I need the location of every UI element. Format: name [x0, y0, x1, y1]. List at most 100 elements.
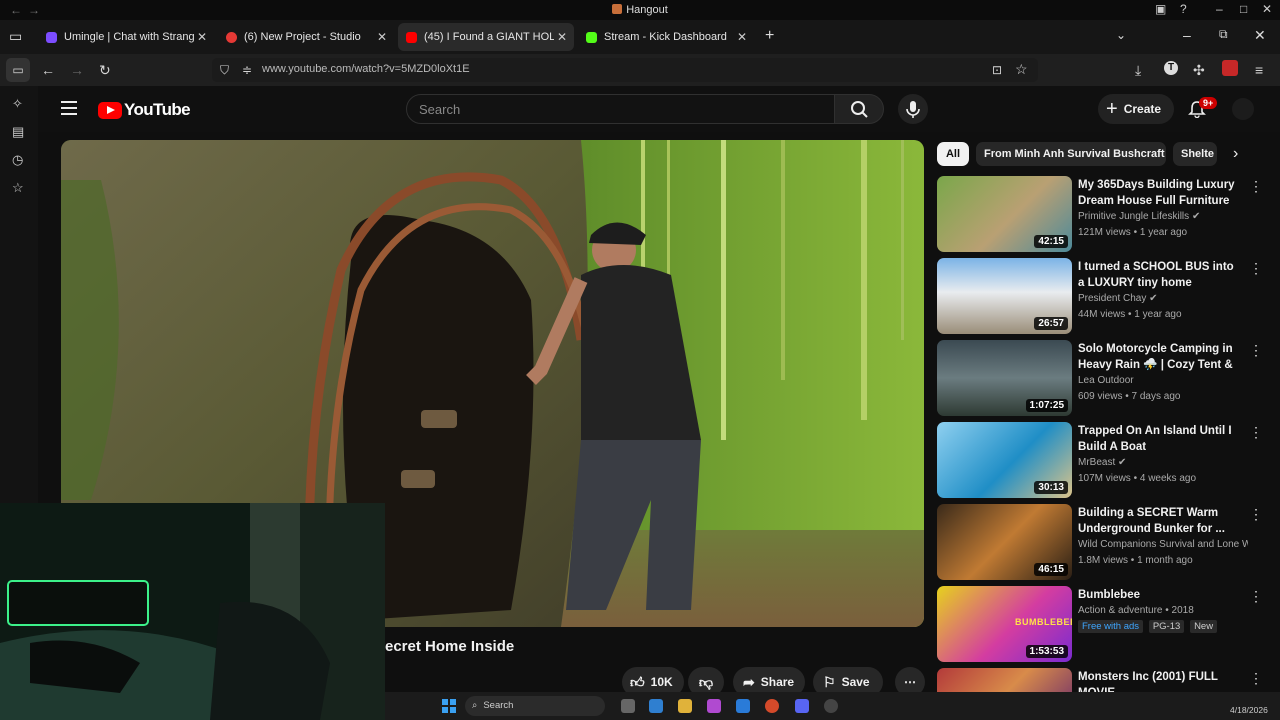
video-thumbnail[interactable]: BUMBLEBEE 1:53:53: [937, 586, 1072, 662]
thumbnail-title-text: BUMBLEBEE: [1015, 617, 1072, 627]
install-app-icon[interactable]: ⊡: [992, 62, 1002, 78]
tab-studio[interactable]: (6) New Project - Studio ✕: [218, 23, 394, 51]
recommendation-channel[interactable]: Lea Outdoor: [1078, 375, 1248, 386]
tab-close-icon[interactable]: ✕: [734, 30, 750, 44]
hamburger-menu-icon[interactable]: [61, 101, 77, 115]
search-input[interactable]: Search: [406, 94, 835, 124]
more-options-icon[interactable]: ⋮: [1249, 588, 1263, 605]
address-bar[interactable]: ⛉ ≑ www.youtube.com/watch?v=5MZD0loXt1E …: [212, 58, 1038, 82]
tab-close-icon[interactable]: ✕: [374, 30, 390, 44]
recommendation-meta: 1.8M views • 1 month ago: [1078, 555, 1193, 566]
recommendation-title[interactable]: Solo Motorcycle Camping in Heavy Rain ⛈️…: [1078, 341, 1243, 373]
recommendation-genre: Action & adventure • 2018: [1078, 605, 1194, 616]
more-options-icon[interactable]: ⋮: [1249, 342, 1263, 359]
reload-icon[interactable]: ↻: [99, 62, 111, 78]
duration-badge: 26:57: [1034, 317, 1068, 330]
youtube-logo[interactable]: YouTube: [98, 100, 191, 120]
avatar[interactable]: [1232, 98, 1254, 120]
create-button[interactable]: + Create: [1098, 94, 1174, 124]
minimize-icon[interactable]: –: [1183, 27, 1191, 43]
video-thumbnail[interactable]: 30:13: [937, 422, 1072, 498]
browser-sidebar: ✧ ▤ ◷ ☆: [0, 86, 38, 506]
sidebar-toggle-icon[interactable]: ▭: [6, 58, 30, 82]
close-icon[interactable]: ✕: [1262, 2, 1272, 16]
voice-search-button[interactable]: [898, 94, 928, 124]
maximize-icon[interactable]: □: [1240, 2, 1247, 16]
tab-kick[interactable]: Stream - Kick Dashboard ✕: [578, 23, 754, 51]
tab-close-icon[interactable]: ✕: [194, 30, 210, 44]
url-text[interactable]: www.youtube.com/watch?v=5MZD0loXt1E: [262, 63, 470, 75]
history-icon[interactable]: ◷: [12, 152, 23, 168]
screenshot-icon[interactable]: ▣: [1155, 2, 1166, 16]
recommendation-item[interactable]: 1:07:25 Solo Motorcycle Camping in Heavy…: [937, 340, 1267, 416]
recommendation-title[interactable]: My 365Days Building Luxury Dream House F…: [1078, 177, 1243, 209]
window-title: Hangout: [0, 4, 1280, 16]
duration-badge: 46:15: [1034, 563, 1068, 576]
video-thumbnail[interactable]: 26:57: [937, 258, 1072, 334]
recommendation-channel[interactable]: President Chay ✔: [1078, 293, 1248, 304]
chip-channel[interactable]: From Minh Anh Survival Bushcraft: [976, 142, 1166, 166]
help-icon[interactable]: ?: [1180, 2, 1187, 16]
forward-icon[interactable]: →: [70, 62, 84, 78]
file-explorer-icon[interactable]: [678, 699, 692, 713]
youtube-favicon-icon: [406, 31, 417, 43]
edge-browser-icon[interactable]: [649, 699, 663, 713]
recommendation-item[interactable]: BUMBLEBEE 1:53:53 Bumblebee Action & adv…: [937, 586, 1267, 662]
chip-shelter[interactable]: Shelte: [1173, 142, 1217, 166]
extension-icon[interactable]: T: [1164, 61, 1178, 75]
recommendation-title[interactable]: Bumblebee: [1078, 587, 1243, 603]
collections-icon[interactable]: ▤: [12, 124, 24, 140]
new-tab-icon[interactable]: +: [765, 27, 774, 45]
task-view-icon[interactable]: [621, 699, 635, 713]
sparkle-icon[interactable]: ✧: [12, 96, 23, 112]
site-settings-icon[interactable]: ≑: [242, 62, 252, 78]
extensions-puzzle-icon[interactable]: ✣: [1193, 62, 1205, 78]
menu-icon[interactable]: ≡: [1255, 62, 1263, 78]
recommendation-item[interactable]: 46:15 Building a SECRET Warm Underground…: [937, 504, 1267, 580]
browser-icon[interactable]: [765, 699, 779, 713]
mail-icon[interactable]: [736, 699, 750, 713]
recommendation-item[interactable]: 42:15 My 365Days Building Luxury Dream H…: [937, 176, 1267, 252]
more-options-icon[interactable]: ⋮: [1249, 260, 1263, 277]
back-icon[interactable]: ←: [41, 62, 55, 78]
minimize-icon[interactable]: –: [1216, 2, 1223, 16]
favorites-star-icon[interactable]: ☆: [12, 180, 24, 196]
recommendation-title[interactable]: Trapped On An Island Until I Build A Boa…: [1078, 423, 1243, 455]
recommendation-title[interactable]: Building a SECRET Warm Underground Bunke…: [1078, 505, 1243, 537]
umingle-favicon-icon: [46, 31, 57, 43]
chips-next-chevron-icon[interactable]: ›: [1233, 145, 1238, 163]
discord-icon[interactable]: [795, 699, 809, 713]
taskbar-search[interactable]: ⌕ Search: [465, 696, 605, 716]
tab-youtube[interactable]: (45) I Found a GIANT HOLLOW ✕: [398, 23, 574, 51]
more-options-icon[interactable]: ⋮: [1249, 506, 1263, 523]
more-options-icon[interactable]: ⋮: [1249, 424, 1263, 441]
recommendation-title[interactable]: I turned a SCHOOL BUS into a LUXURY tiny…: [1078, 259, 1243, 291]
tab-list-chevron-icon[interactable]: ⌄: [1116, 28, 1126, 42]
video-thumbnail[interactable]: 42:15: [937, 176, 1072, 252]
more-options-icon[interactable]: ⋮: [1249, 178, 1263, 195]
recommendation-channel[interactable]: MrBeast ✔: [1078, 457, 1248, 468]
recommendation-item[interactable]: 30:13 Trapped On An Island Until I Build…: [937, 422, 1267, 498]
chip-all[interactable]: All: [937, 142, 969, 166]
close-icon[interactable]: ✕: [1254, 27, 1266, 44]
microphone-icon: [906, 101, 920, 118]
tab-umingle[interactable]: Umingle | Chat with Strangers In ✕: [38, 23, 214, 51]
more-options-icon[interactable]: ⋮: [1249, 670, 1263, 687]
recommendation-channel[interactable]: Wild Companions Survival and Lone Wo...: [1078, 539, 1248, 550]
search-button[interactable]: [834, 94, 884, 124]
video-thumbnail[interactable]: 1:07:25: [937, 340, 1072, 416]
windows-start-icon[interactable]: [442, 699, 456, 713]
restore-icon[interactable]: ⧉: [1219, 27, 1228, 42]
tab-actions-icon[interactable]: ▭: [9, 28, 22, 45]
duration-badge: 30:13: [1034, 481, 1068, 494]
app-icon[interactable]: [707, 699, 721, 713]
profile-icon[interactable]: [1222, 60, 1238, 76]
recommendation-item[interactable]: 26:57 I turned a SCHOOL BUS into a LUXUR…: [937, 258, 1267, 334]
recommendation-channel[interactable]: Primitive Jungle Lifeskills ✔: [1078, 211, 1248, 222]
app-icon[interactable]: [824, 699, 838, 713]
shield-icon[interactable]: ⛉: [220, 62, 229, 78]
video-thumbnail[interactable]: 46:15: [937, 504, 1072, 580]
download-icon[interactable]: ⤓: [1135, 62, 1141, 78]
bookmark-star-icon[interactable]: ☆: [1015, 61, 1028, 77]
tab-close-icon[interactable]: ✕: [554, 30, 570, 44]
